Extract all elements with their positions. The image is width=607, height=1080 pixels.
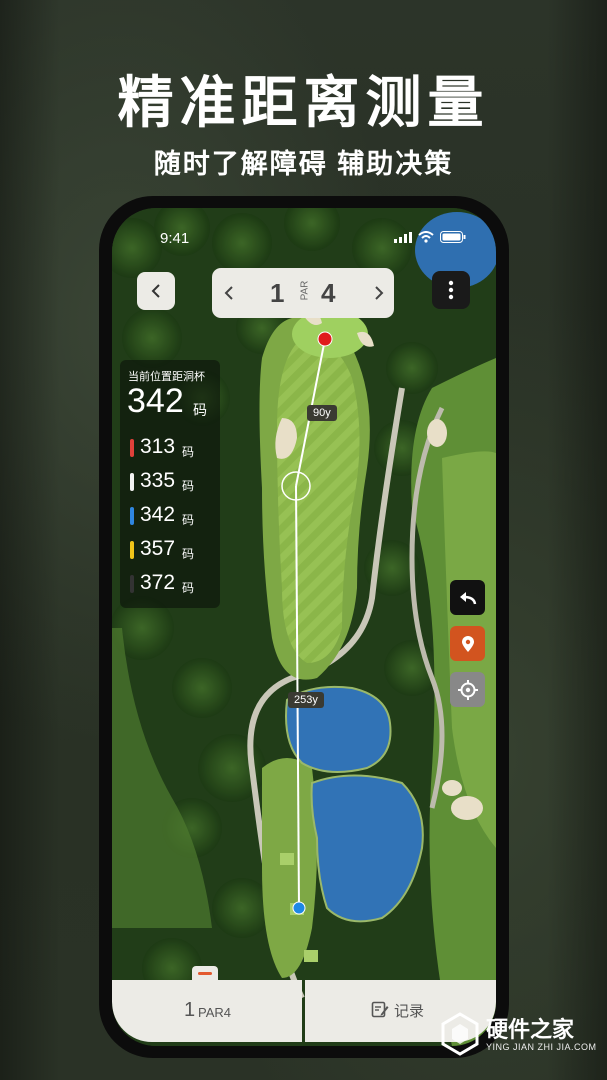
chevron-right-icon: [375, 286, 384, 300]
wifi-icon: [418, 231, 434, 243]
location-pin-icon: [461, 635, 474, 652]
locate-button[interactable]: [450, 672, 485, 707]
tee-color-bar: [130, 575, 134, 593]
watermark: 硬件之家 YING JIAN ZHI JIA.COM: [440, 1010, 600, 1060]
status-time: 9:41: [160, 230, 190, 247]
battery-icon: [440, 231, 466, 243]
hole-info-tab[interactable]: 1 PAR4: [112, 980, 302, 1042]
more-button[interactable]: [432, 271, 470, 309]
chevron-left-icon: [151, 284, 160, 298]
tee-color-bar: [130, 541, 134, 559]
distance-main-unit: 码: [193, 402, 207, 418]
tab-handle-mark: [198, 972, 212, 975]
crosshair-icon: [457, 679, 478, 700]
watermark-logo-icon: [441, 1012, 479, 1056]
record-label: 记录: [394, 1003, 425, 1020]
bottom-bar: 1 PAR4 记录: [112, 966, 496, 1046]
tee-distance-unit: 码: [182, 581, 195, 595]
course-map: [112, 208, 496, 1046]
tee-distance-value: 335: [140, 469, 176, 492]
distance-label-upper: 90y: [307, 405, 337, 421]
distance-panel: 当前位置距洞杯 342 码 313 码 335 码 342 码 357 码 37…: [120, 360, 220, 608]
tee-distance-value: 342: [140, 503, 176, 526]
tee-distance-value: 372: [140, 571, 176, 594]
tee-distance-unit: 码: [182, 445, 195, 459]
promo-headline: 精准距离测量: [117, 71, 490, 134]
undo-button[interactable]: [450, 580, 485, 615]
tee-distance-value: 357: [140, 537, 176, 560]
tee-distance-unit: 码: [182, 513, 195, 527]
status-icons: [394, 231, 466, 243]
phone-frame: 9:41 1 PAR 4 当前位置距洞杯 342 码 313 码 335 码 3…: [99, 196, 509, 1058]
signal-icon: [394, 231, 412, 243]
edit-note-icon: [371, 1001, 389, 1018]
distance-main-value: 342: [127, 382, 184, 420]
location-pin-button[interactable]: [450, 626, 485, 661]
tee-distance-unit: 码: [182, 479, 195, 493]
tee-distance-value: 313: [140, 435, 176, 458]
par-value: 4: [321, 278, 336, 308]
back-button[interactable]: [137, 272, 175, 310]
watermark-url: YING JIAN ZHI JIA.COM: [486, 1042, 597, 1052]
watermark-name: 硬件之家: [486, 1017, 575, 1042]
hole-number: 1: [270, 278, 285, 308]
distance-label-lower: 253y: [288, 692, 324, 708]
phone-screen: 9:41 1 PAR 4 当前位置距洞杯 342 码 313 码 335 码 3…: [112, 208, 496, 1046]
undo-arrow-icon: [459, 591, 476, 604]
hole-selector: 1 PAR 4: [212, 268, 394, 318]
chevron-left-icon: [224, 286, 233, 300]
promo-subheadline: 随时了解障碍 辅助决策: [153, 149, 454, 179]
par-label: PAR: [299, 280, 311, 301]
tee-color-bar: [130, 507, 134, 525]
prev-hole-button[interactable]: [224, 281, 234, 310]
tee-distance-unit: 码: [182, 547, 195, 561]
tee-color-bar: [130, 473, 134, 491]
next-hole-button[interactable]: [374, 281, 384, 310]
more-vertical-icon: [448, 280, 454, 300]
tab-hole-number: 1: [184, 999, 196, 1021]
tee-color-bar: [130, 439, 134, 457]
tab-par: PAR4: [198, 1005, 231, 1020]
